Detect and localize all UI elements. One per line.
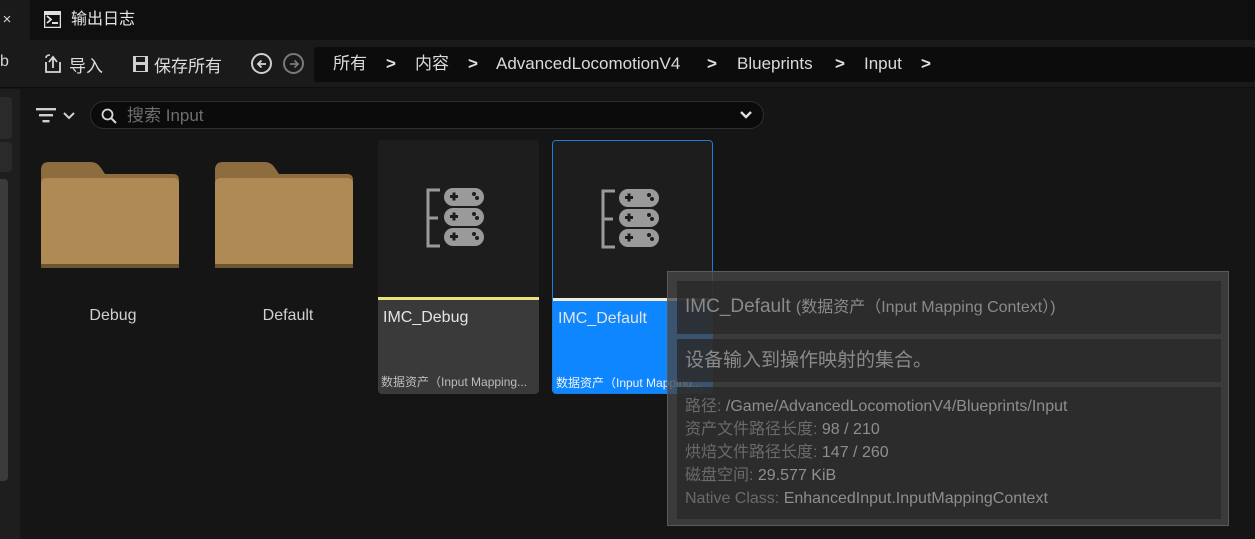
- asset-thumbnail: [378, 140, 539, 297]
- tooltip-native-class: Native Class: EnhancedInput.InputMapping…: [685, 488, 1048, 510]
- tooltip-value: 29.577 KiB: [757, 467, 837, 484]
- tooltip-asset-path-length: 资产文件路径长度: 98 / 210: [685, 419, 880, 441]
- back-button[interactable]: [251, 53, 272, 74]
- asset-name: IMC_Debug: [383, 309, 469, 326]
- save-icon: [133, 56, 148, 72]
- tooltip-description: 设备输入到操作映射的集合。: [685, 350, 933, 371]
- breadcrumb-item-content[interactable]: 内容: [415, 54, 449, 74]
- sources-scrollbar[interactable]: [0, 179, 8, 481]
- breadcrumb-separator[interactable]: >: [835, 54, 845, 74]
- search-input[interactable]: 搜索 Input: [90, 101, 764, 129]
- tooltip-value: 98 / 210: [821, 421, 880, 438]
- tooltip-key: 烘焙文件路径长度:: [685, 444, 818, 461]
- tooltip-disk-size: 磁盘空间: 29.577 KiB: [685, 465, 836, 487]
- input-mapping-context-icon: [426, 188, 484, 248]
- filter-icon: [36, 108, 75, 123]
- folder-debug[interactable]: [39, 160, 181, 270]
- tooltip-key: 磁盘空间:: [685, 467, 754, 484]
- input-mapping-context-icon: [601, 189, 659, 249]
- folder-label-default: Default: [262, 307, 314, 324]
- title-bar: × 输出日志: [0, 0, 1255, 40]
- breadcrumb-separator[interactable]: >: [707, 54, 717, 74]
- breadcrumb-separator[interactable]: >: [921, 54, 931, 74]
- tooltip-key: Native Class:: [685, 490, 780, 507]
- asset-name: IMC_Default: [558, 310, 647, 327]
- tooltip-value: /Game/AdvancedLocomotionV4/Blueprints/In…: [725, 398, 1068, 415]
- breadcrumb-separator[interactable]: >: [386, 54, 396, 74]
- sources-panel-collapsed: [0, 89, 20, 539]
- arrow-left-icon: [256, 59, 266, 69]
- tooltip-header: IMC_Default (数据资产（Input Mapping Context）…: [677, 281, 1221, 334]
- folder-default[interactable]: [213, 160, 355, 270]
- sources-panel-tab[interactable]: [0, 142, 12, 172]
- tooltip-key: 路径:: [685, 398, 722, 415]
- breadcrumb-separator[interactable]: >: [468, 54, 478, 74]
- tab-prev[interactable]: ×: [0, 0, 30, 40]
- tooltip-title: IMC_Default (数据资产（Input Mapping Context）…: [685, 296, 1056, 319]
- breadcrumb-item-all[interactable]: 所有: [333, 54, 367, 74]
- tooltip-asset-type: (数据资产（Input Mapping Context）): [795, 299, 1056, 316]
- toolbar-cut-label[interactable]: b: [0, 53, 9, 71]
- breadcrumb-item-blueprints[interactable]: Blueprints: [737, 54, 813, 74]
- forward-button[interactable]: [283, 53, 304, 74]
- sources-panel-tab[interactable]: [0, 97, 12, 139]
- folder-label-debug: Debug: [89, 307, 137, 324]
- asset-info: IMC_Debug 数据资产（Input Mapping...: [378, 300, 539, 394]
- save-all-button[interactable]: 保存所有: [132, 51, 222, 77]
- import-label: 导入: [69, 56, 103, 76]
- tooltip-cooked-path-length: 烘焙文件路径长度: 147 / 260: [685, 442, 889, 464]
- tooltip-description-row: 设备输入到操作映射的集合。: [677, 339, 1221, 382]
- folder-icon: [215, 162, 353, 268]
- breadcrumb-item-input[interactable]: Input: [864, 54, 902, 74]
- tooltip-details: 路径: /Game/AdvancedLocomotionV4/Blueprint…: [677, 387, 1221, 519]
- asset-tile-imc-debug[interactable]: IMC_Debug 数据资产（Input Mapping...: [378, 140, 539, 394]
- import-button[interactable]: 导入: [43, 51, 103, 77]
- search-placeholder: 搜索 Input: [127, 106, 204, 125]
- folder-icon: [41, 162, 179, 268]
- save-all-label: 保存所有: [154, 56, 222, 76]
- import-icon: [45, 54, 61, 73]
- search-icon: [101, 108, 117, 124]
- tooltip-asset-name: IMC_Default: [685, 296, 791, 317]
- tab-output-log[interactable]: 输出日志: [30, 0, 190, 40]
- tooltip-value: EnhancedInput.InputMappingContext: [783, 490, 1048, 507]
- filter-button[interactable]: [36, 106, 82, 126]
- tab-label: 输出日志: [71, 11, 136, 28]
- tooltip-key: 资产文件路径长度:: [685, 421, 818, 438]
- arrow-right-icon: [290, 59, 300, 69]
- tab-close-icon[interactable]: ×: [0, 9, 14, 31]
- asset-tooltip: IMC_Default (数据资产（Input Mapping Context）…: [667, 271, 1229, 526]
- tooltip-value: 147 / 260: [821, 444, 889, 461]
- output-log-icon: [44, 11, 61, 28]
- asset-type-label: 数据资产（Input Mapping...: [381, 375, 528, 389]
- breadcrumb: 所有 > 内容 > AdvancedLocomotionV4 > Bluepri…: [314, 47, 1255, 82]
- chevron-down-icon[interactable]: [739, 109, 753, 121]
- breadcrumb-item-advancedlocomotion[interactable]: AdvancedLocomotionV4: [496, 54, 680, 74]
- tooltip-path: 路径: /Game/AdvancedLocomotionV4/Blueprint…: [685, 396, 1067, 418]
